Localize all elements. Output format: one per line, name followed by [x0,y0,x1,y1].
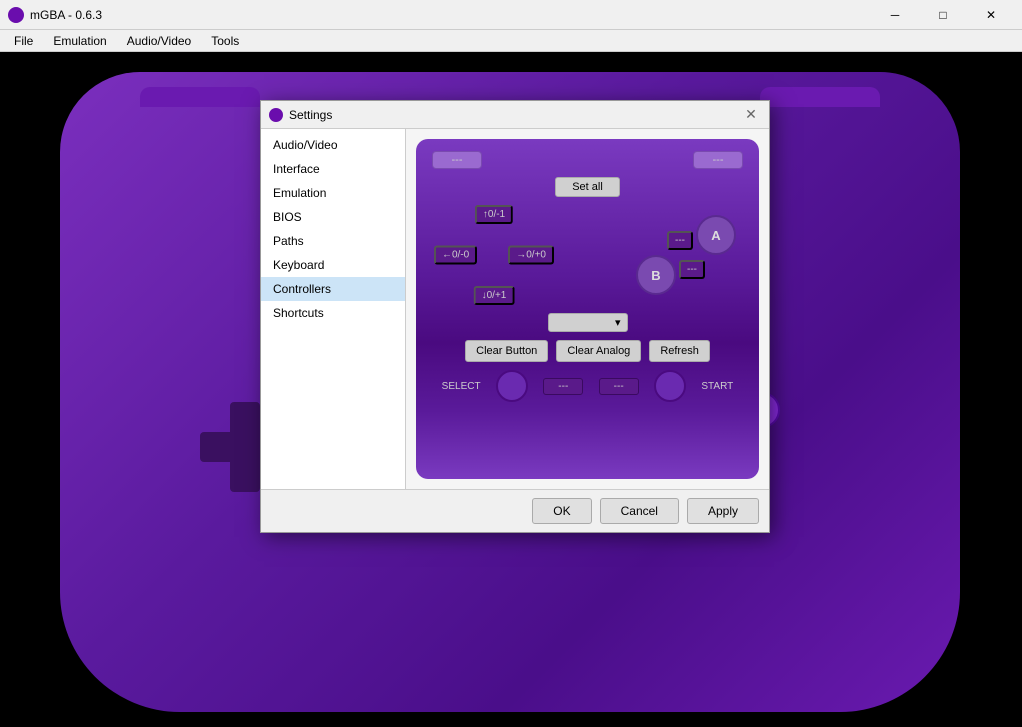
settings-dialog: Settings ✕ Audio/Video Interface Emulati… [260,100,770,533]
b-mapping-button[interactable]: --- [679,260,705,279]
start-item: START [701,381,733,392]
select-label: SELECT [442,381,481,392]
controller-panel: --- --- Set all ↑0/-1 ←0/-0 →0/+0 ↓0/+1 [416,139,759,479]
action-buttons: Clear Button Clear Analog Refresh [424,340,751,362]
dialog-close-button[interactable]: ✕ [741,105,761,125]
b-button-circle: B [636,255,676,295]
start-circle [654,370,686,402]
nav-bios[interactable]: BIOS [261,205,405,229]
dialog-title-bar: Settings ✕ [261,101,769,129]
dpad-left-button[interactable]: ←0/-0 [434,246,477,265]
nav-keyboard[interactable]: Keyboard [261,253,405,277]
clear-analog-btn[interactable]: Clear Analog [556,340,641,362]
menu-audio-video[interactable]: Audio/Video [117,32,202,50]
select-item: SELECT [442,381,481,392]
a-button-circle: A [696,215,736,255]
r-button[interactable]: --- [693,151,743,169]
ok-button[interactable]: OK [532,498,591,524]
start-label: START [701,381,733,392]
menu-emulation[interactable]: Emulation [43,32,116,50]
nav-emulation[interactable]: Emulation [261,181,405,205]
a-mapping-button[interactable]: --- [667,231,693,250]
dropdown-area: ▾ [424,313,751,332]
face-buttons: A B --- --- [631,205,741,305]
app-icon [8,7,24,23]
select-start-area: SELECT --- --- START [424,370,751,402]
menu-file[interactable]: File [4,32,43,50]
set-all-button[interactable]: Set all [555,177,620,197]
middle-area: ↑0/-1 ←0/-0 →0/+0 ↓0/+1 A B --- --- [434,205,741,305]
gba-shoulder-right [760,87,880,107]
dialog-footer: OK Cancel Apply [261,489,769,532]
nav-interface[interactable]: Interface [261,157,405,181]
nav-controllers[interactable]: Controllers [261,277,405,301]
refresh-btn[interactable]: Refresh [649,340,710,362]
start-mapping-btn[interactable]: --- [599,378,639,395]
cancel-button[interactable]: Cancel [600,498,679,524]
settings-content: --- --- Set all ↑0/-1 ←0/-0 →0/+0 ↓0/+1 [406,129,769,489]
title-bar: mGBA - 0.6.3 ─ □ ✕ [0,0,1022,30]
dpad-up-button[interactable]: ↑0/-1 [475,205,513,224]
apply-button[interactable]: Apply [687,498,759,524]
clear-button-btn[interactable]: Clear Button [465,340,548,362]
select-mapping-btn[interactable]: --- [543,378,583,395]
dialog-icon [269,108,283,122]
set-all-area: Set all [424,177,751,197]
settings-nav: Audio/Video Interface Emulation BIOS Pat… [261,129,406,489]
dialog-body: Audio/Video Interface Emulation BIOS Pat… [261,129,769,489]
app-title: mGBA - 0.6.3 [30,8,872,22]
window-controls: ─ □ ✕ [872,0,1014,30]
dpad-down-button[interactable]: ↓0/+1 [474,286,515,305]
lr-buttons-row: --- --- [424,147,751,173]
minimize-button[interactable]: ─ [872,0,918,30]
maximize-button[interactable]: □ [920,0,966,30]
menu-bar: File Emulation Audio/Video Tools [0,30,1022,52]
menu-tools[interactable]: Tools [201,32,249,50]
gba-shoulder-left [140,87,260,107]
nav-shortcuts[interactable]: Shortcuts [261,301,405,325]
controller-dropdown[interactable]: ▾ [548,313,628,332]
dpad-right-button[interactable]: →0/+0 [508,246,554,265]
select-circle [496,370,528,402]
dialog-title: Settings [289,108,741,122]
l-button[interactable]: --- [432,151,482,169]
close-button[interactable]: ✕ [968,0,1014,30]
nav-audio-video[interactable]: Audio/Video [261,133,405,157]
nav-paths[interactable]: Paths [261,229,405,253]
dpad-map: ↑0/-1 ←0/-0 →0/+0 ↓0/+1 [434,205,554,305]
dropdown-arrow-icon: ▾ [615,316,621,329]
